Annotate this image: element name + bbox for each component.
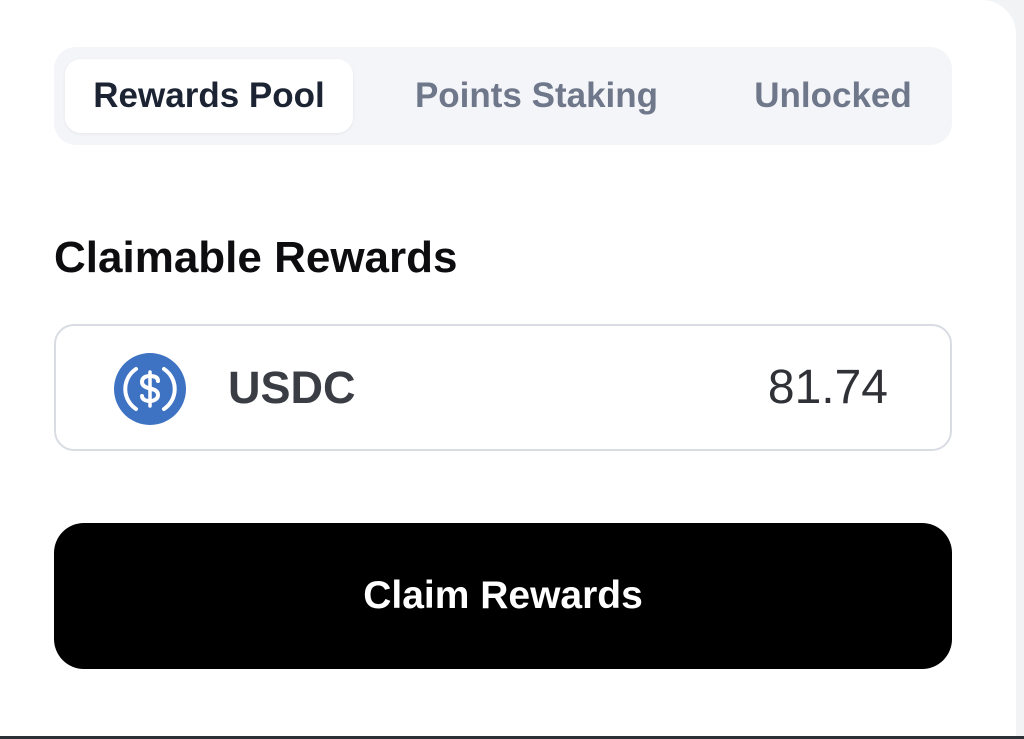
claim-rewards-button[interactable]: Claim Rewards: [54, 523, 952, 669]
tab-rewards-pool[interactable]: Rewards Pool: [65, 59, 353, 133]
tab-bar: Rewards Pool Points Staking Unlocked: [54, 47, 952, 145]
reward-row-usdc: USDC 81.74: [54, 324, 952, 451]
token-symbol: USDC: [228, 362, 356, 413]
rewards-card: Rewards Pool Points Staking Unlocked Cla…: [0, 0, 1016, 736]
usdc-icon: [114, 353, 186, 425]
tab-points-staking[interactable]: Points Staking: [379, 59, 694, 133]
token-amount: 81.74: [767, 361, 888, 414]
claimable-rewards-title: Claimable Rewards: [54, 233, 458, 282]
rewards-panel-frame: Rewards Pool Points Staking Unlocked Cla…: [0, 0, 1024, 739]
tab-unlocked[interactable]: Unlocked: [730, 59, 936, 133]
